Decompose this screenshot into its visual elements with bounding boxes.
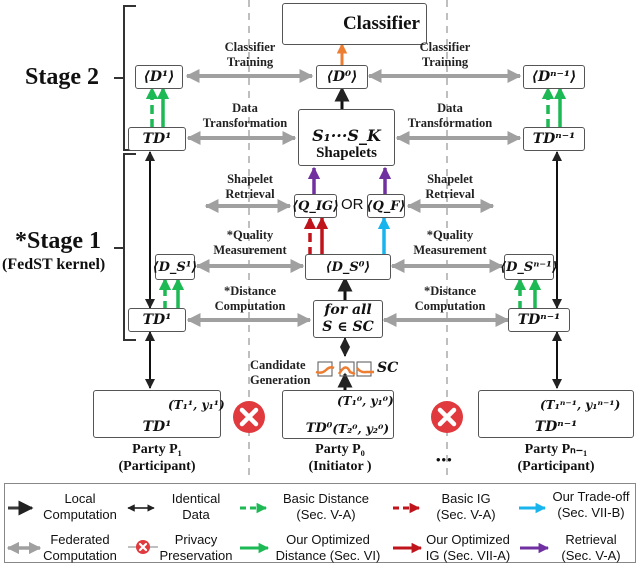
- dn1-node: ⟨Dⁿ⁻¹⟩: [523, 65, 585, 89]
- classifier-label: Classifier: [342, 13, 420, 34]
- label-data-transformation-left: Data Transformation: [202, 101, 288, 130]
- party0-caption: Party P₀ (Initiator ): [308, 442, 372, 474]
- q-ig-node: ⟨Q_IG⟩: [292, 194, 339, 218]
- privacy-icon-right: [431, 401, 463, 433]
- privacy-icon-left: [233, 401, 265, 433]
- party0-series-label-2: (T₂⁰, y₂⁰): [332, 422, 389, 436]
- sc-label: SC: [377, 360, 399, 376]
- legend-local-computation: Local Computation: [43, 491, 117, 522]
- partyn1-series-label: (T₁ⁿ⁻¹, y₁ⁿ⁻¹): [540, 398, 621, 412]
- legend-optimized-distance: Our Optimized Distance (Sec. VI): [275, 532, 381, 563]
- party1-caption: Party P₁ (Participant): [118, 442, 196, 474]
- legend-privacy-preservation: Privacy Preservation: [159, 532, 233, 563]
- label-quality-right: *Quality Measurement: [413, 228, 487, 257]
- ellipsis-more-parties: •••: [436, 452, 453, 467]
- stage1-label: *Stage 1: [15, 228, 101, 254]
- label-quality-left: *Quality Measurement: [213, 228, 287, 257]
- label-classifier-training-left: Classifier Training: [224, 40, 276, 69]
- forall-box: for all S ∈ SC: [313, 300, 383, 338]
- party0-series-label-1: (T₁⁰, y₁⁰): [337, 394, 394, 408]
- legend-retrieval: Retrieval (Sec. V-A): [561, 532, 621, 563]
- tdn1-top-node: TDⁿ⁻¹: [523, 127, 585, 151]
- party1-series-label: (T₁¹, y₁¹): [168, 398, 225, 412]
- legend-basic-ig: Basic IG (Sec. V-A): [436, 491, 496, 522]
- candidate-thumbnails: [315, 361, 374, 377]
- shapelets-formula: S₁···S_K: [312, 126, 381, 145]
- label-shapelet-retrieval-left: Shapelet Retrieval: [225, 172, 275, 201]
- label-distance-right: *Distance Computation: [414, 284, 486, 313]
- q-f-node: ⟨Q_F⟩: [367, 194, 405, 218]
- label-distance-left: *Distance Computation: [214, 284, 286, 313]
- forall-line1: for all: [324, 302, 372, 318]
- or-label: OR: [341, 196, 364, 213]
- party1-dataset: TD¹: [142, 419, 172, 435]
- td1-top-node: TD¹: [128, 127, 186, 151]
- legend-basic-distance: Basic Distance (Sec. V-A): [283, 491, 369, 522]
- label-shapelet-retrieval-right: Shapelet Retrieval: [425, 172, 475, 201]
- ds0-node: ⟨D_S⁰⟩: [305, 254, 391, 280]
- legend-identical-data: Identical Data: [171, 491, 221, 522]
- forall-line2: S ∈ SC: [322, 319, 374, 335]
- dsn1-node: ⟨D_Sⁿ⁻¹⟩: [500, 254, 558, 280]
- stage2-label: Stage 2: [25, 64, 99, 90]
- partyn1-dataset: TDⁿ⁻¹: [534, 419, 578, 435]
- d1-node: ⟨D¹⟩: [135, 65, 183, 89]
- label-candidate-generation: Candidate Generation: [250, 358, 311, 387]
- legend-optimized-ig: Our Optimized IG (Sec. VII-A): [425, 532, 511, 563]
- shapelets-box: S₁···S_K Shapelets: [298, 109, 395, 166]
- td1-bottom-node: TD¹: [128, 308, 186, 332]
- legend-trade-off: Our Trade-off (Sec. VII-B): [552, 489, 630, 520]
- ds1-node: ⟨D_S¹⟩: [153, 254, 197, 280]
- shapelets-label: Shapelets: [316, 145, 377, 161]
- label-data-transformation-right: Data Transformation: [407, 101, 493, 130]
- d0-node: ⟨D⁰⟩: [316, 65, 368, 89]
- tdn1-bottom-node: TDⁿ⁻¹: [508, 308, 570, 332]
- fedst-architecture-diagram: Stage 2 *Stage 1 (FedST kernel) Classifi…: [0, 0, 640, 565]
- party0-dataset: TD⁰: [305, 421, 333, 436]
- label-classifier-training-right: Classifier Training: [419, 40, 471, 69]
- stage1-sublabel: (FedST kernel): [2, 256, 106, 273]
- partyn1-caption: Party Pₙ₋₁ (Participant): [517, 442, 595, 474]
- legend-federated-computation: Federated Computation: [43, 532, 117, 563]
- classifier-box: Classifier: [282, 3, 427, 45]
